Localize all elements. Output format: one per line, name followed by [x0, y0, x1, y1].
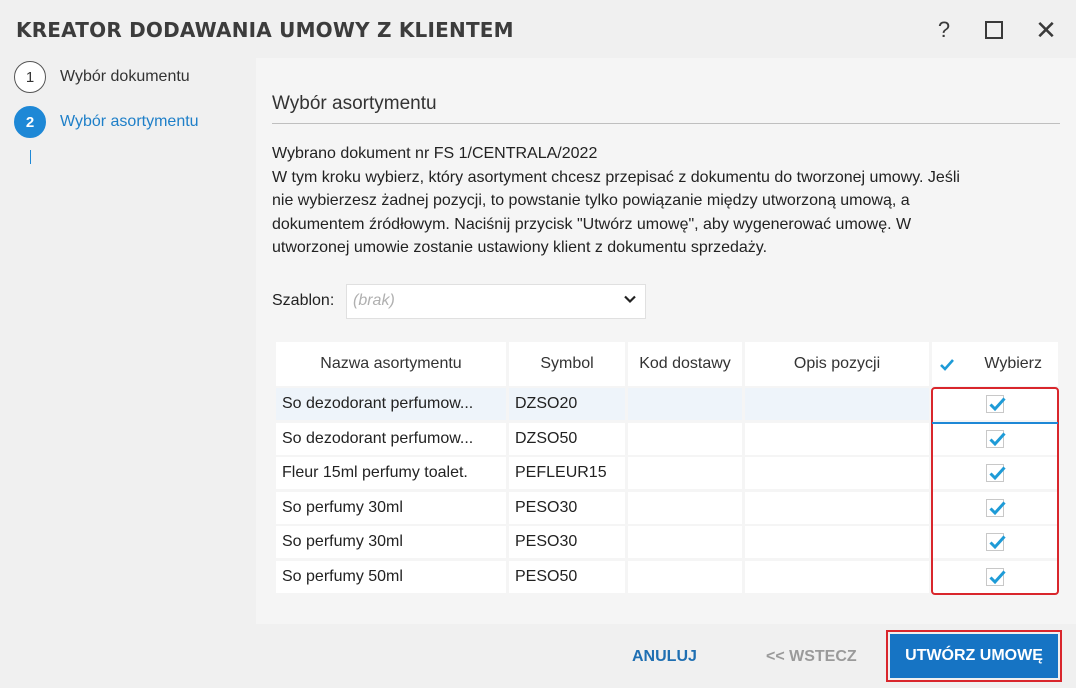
cell-symbol[interactable]: PESO30 [509, 526, 625, 559]
maximize-button[interactable] [978, 14, 1010, 46]
cancel-button[interactable]: ANULUJ [632, 648, 697, 666]
cell-description[interactable] [745, 457, 929, 490]
selection-highlight [931, 387, 1059, 595]
column-header-description[interactable]: Opis pozycji [745, 342, 929, 386]
cell-description[interactable] [745, 526, 929, 559]
create-button-highlight: UTWÓRZ UMOWĘ [886, 630, 1062, 682]
description-line: dokumentem źródłowym. Naciśnij przycisk … [272, 215, 912, 233]
cell-symbol[interactable]: DZSO50 [509, 422, 625, 455]
step-choose-assortment[interactable]: 2 Wybór asortymentu [14, 106, 199, 138]
description-line: nie wybierzesz żadnej pozycji, to powsta… [272, 192, 910, 209]
cell-description[interactable] [745, 422, 929, 455]
cell-delivery-code[interactable] [628, 561, 742, 593]
description-line: Wybrano dokument nr FS 1/CENTRALA/2022 [272, 145, 598, 162]
cell-symbol[interactable]: PESO30 [509, 491, 625, 524]
cell-delivery-code[interactable] [628, 422, 742, 455]
cell-symbol[interactable]: PEFLEUR15 [509, 457, 625, 490]
column-header-symbol[interactable]: Symbol [509, 342, 625, 386]
cell-delivery-code[interactable] [628, 457, 742, 490]
description-line: utworzonej umowie zostanie ustawiony kli… [272, 239, 768, 256]
cell-name[interactable]: So dezodorant perfumow... [276, 388, 506, 420]
cell-delivery-code[interactable] [628, 526, 742, 559]
template-label: Szablon: [272, 292, 335, 309]
column-header-delivery-code[interactable]: Kod dostawy [628, 342, 742, 386]
focus-indicator [932, 422, 1058, 424]
cell-name[interactable]: So perfumy 30ml [276, 491, 506, 524]
close-button[interactable]: ✕ [1030, 14, 1062, 46]
cell-symbol[interactable]: DZSO20 [509, 388, 625, 420]
cell-symbol[interactable]: PESO50 [509, 561, 625, 593]
step-connector [30, 150, 31, 164]
cell-delivery-code[interactable] [628, 491, 742, 524]
description: Wybrano dokument nr FS 1/CENTRALA/2022 W… [272, 142, 1062, 260]
wizard-content: Wybór asortymentu Wybrano dokument nr FS… [256, 58, 1076, 624]
section-divider [272, 123, 1060, 124]
column-header-name[interactable]: Nazwa asortymentu [276, 342, 506, 386]
step-number: 2 [14, 106, 46, 138]
template-select[interactable]: (brak) [346, 284, 646, 319]
cell-name[interactable]: Fleur 15ml perfumy toalet. [276, 457, 506, 490]
cell-name[interactable]: So dezodorant perfumow... [276, 422, 506, 455]
cell-delivery-code[interactable] [628, 388, 742, 420]
section-title: Wybór asortymentu [272, 93, 437, 114]
help-button[interactable]: ? [928, 14, 960, 46]
cell-description[interactable] [745, 388, 929, 420]
back-button[interactable]: << WSTECZ [766, 648, 857, 666]
create-agreement-button[interactable]: UTWÓRZ UMOWĘ [890, 634, 1058, 678]
cell-description[interactable] [745, 491, 929, 524]
step-number: 1 [14, 61, 46, 93]
chevron-down-icon [624, 295, 636, 304]
description-line: W tym kroku wybierz, który asortyment ch… [272, 168, 960, 186]
step-label: Wybór dokumentu [60, 68, 190, 85]
cell-name[interactable]: So perfumy 30ml [276, 526, 506, 559]
window-title: KREATOR DODAWANIA UMOWY Z KLIENTEM [16, 18, 514, 42]
select-all-checkbox[interactable] [938, 356, 956, 374]
title-bar: KREATOR DODAWANIA UMOWY Z KLIENTEM ? ✕ [0, 0, 1076, 58]
template-value: (brak) [353, 292, 395, 309]
footer: ANULUJ << WSTECZ UTWÓRZ UMOWĘ [0, 624, 1076, 688]
check-icon [940, 359, 954, 371]
cell-name[interactable]: So perfumy 50ml [276, 561, 506, 593]
step-label: Wybór asortymentu [60, 113, 199, 130]
step-choose-document[interactable]: 1 Wybór dokumentu [14, 61, 190, 93]
wizard-steps: 1 Wybór dokumentu 2 Wybór asortymentu [0, 58, 256, 624]
maximize-icon [985, 21, 1003, 39]
cell-description[interactable] [745, 561, 929, 593]
